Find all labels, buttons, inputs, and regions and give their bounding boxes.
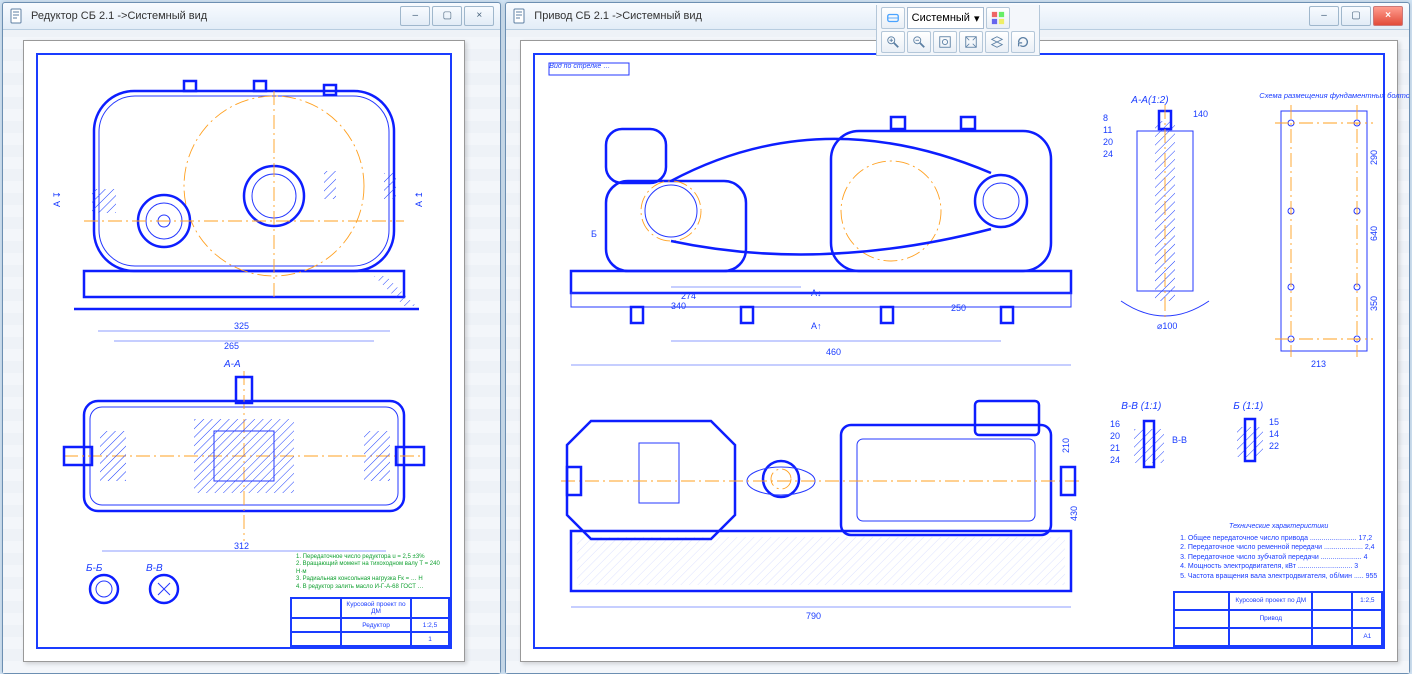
svg-text:140: 140 — [1193, 109, 1208, 119]
svg-text:24: 24 — [1103, 149, 1113, 159]
style-icon[interactable] — [881, 7, 905, 29]
svg-text:16: 16 — [1110, 419, 1120, 429]
btn-minimize-right[interactable]: – — [1309, 6, 1339, 26]
paper-right: 274340 460 250 А↓ А↑ Б — [520, 40, 1398, 662]
svg-text:350: 350 — [1369, 296, 1379, 311]
title-text-left: Редуктор СБ 2.1 ->Системный вид — [31, 3, 207, 29]
svg-text:20: 20 — [1110, 431, 1120, 441]
svg-text:312: 312 — [234, 541, 249, 551]
refresh-icon[interactable] — [1011, 31, 1035, 53]
svg-text:210: 210 — [1061, 438, 1071, 453]
label-aa-r: А-А(1:2) — [1131, 95, 1168, 106]
svg-text:790: 790 — [806, 611, 821, 621]
btn-maximize-right[interactable]: ▢ — [1341, 6, 1371, 26]
tech-req-green: 1. Передаточное число редуктора u = 2,5 … — [296, 554, 446, 592]
app-doc-icon-r — [512, 8, 528, 24]
svg-text:640: 640 — [1369, 226, 1379, 241]
svg-text:265: 265 — [224, 341, 239, 351]
label-bb: Б-Б — [86, 563, 102, 574]
svg-text:А↓: А↓ — [811, 288, 822, 298]
svg-text:290: 290 — [1369, 150, 1379, 165]
label-vv-r: В-В (1:1) — [1121, 401, 1161, 412]
svg-text:21: 21 — [1110, 443, 1120, 453]
svg-text:250: 250 — [951, 303, 966, 313]
svg-text:24: 24 — [1110, 455, 1120, 465]
app-doc-icon — [9, 8, 25, 24]
svg-text:14: 14 — [1269, 429, 1279, 439]
zoom-out-icon[interactable] — [907, 31, 931, 53]
titlebar-left[interactable]: Редуктор СБ 2.1 ->Системный вид – ▢ × — [3, 3, 500, 30]
label-vv: В-В — [146, 563, 163, 574]
btn-close-right[interactable]: × — [1373, 6, 1403, 26]
zoom-window-icon[interactable] — [933, 31, 957, 53]
layers-icon[interactable] — [985, 31, 1009, 53]
svg-text:Б: Б — [591, 229, 597, 239]
label-b-r: Б (1:1) — [1233, 401, 1263, 412]
svg-text:В-В: В-В — [1172, 435, 1187, 445]
svg-text:А↑: А↑ — [811, 321, 822, 331]
tech-characteristics: Технические характеристики 1. Общее пере… — [1180, 522, 1377, 581]
svg-text:22: 22 — [1269, 441, 1279, 451]
svg-text:460: 460 — [826, 347, 841, 357]
svg-text:11: 11 — [1103, 125, 1112, 135]
zoom-fit-icon[interactable] — [959, 31, 983, 53]
top-banner: Вид по стрелке … — [549, 63, 610, 70]
svg-text:274: 274 — [681, 291, 696, 301]
window-drive: Привод СБ 2.1 ->Системный вид – ▢ × Сист… — [505, 2, 1410, 674]
zoom-in-icon[interactable] — [881, 31, 905, 53]
btn-close-left[interactable]: × — [464, 6, 494, 26]
view-toolbar: Системный▾ — [876, 5, 1040, 56]
svg-text:213: 213 — [1311, 359, 1326, 369]
btn-minimize-left[interactable]: – — [400, 6, 430, 26]
svg-text:340: 340 — [671, 301, 686, 311]
svg-text:15: 15 — [1269, 417, 1279, 427]
label-bolt-scheme: Схема размещения фундаментных болтов (1:… — [1259, 91, 1409, 100]
palette-icon[interactable] — [986, 7, 1010, 29]
title-text-right: Привод СБ 2.1 ->Системный вид — [534, 3, 702, 29]
svg-text:А ↥: А ↥ — [414, 191, 424, 207]
title-block-left: Курсовой проект по ДМ Редуктор 1:2,5 1 — [290, 597, 450, 647]
paper-left: 325 265 А ↧ А ↥ — [23, 40, 465, 662]
client-right[interactable]: 274340 460 250 А↓ А↑ Б — [506, 30, 1409, 673]
svg-text:А ↧: А ↧ — [52, 191, 62, 207]
svg-text:8: 8 — [1103, 113, 1108, 123]
window-reducer: Редуктор СБ 2.1 ->Системный вид – ▢ × — [2, 2, 501, 674]
title-block-right: Курсовой проект по ДМ 1:2,5 Привод А1 — [1173, 591, 1383, 647]
svg-text:325: 325 — [234, 321, 249, 331]
svg-text:430: 430 — [1069, 506, 1079, 521]
view-mode-select[interactable]: Системный▾ — [907, 7, 985, 29]
label-aa-left: А-А — [224, 359, 241, 370]
btn-maximize-left[interactable]: ▢ — [432, 6, 462, 26]
client-left[interactable]: 325 265 А ↧ А ↥ — [3, 30, 500, 673]
svg-text:20: 20 — [1103, 137, 1113, 147]
svg-text:⌀100: ⌀100 — [1157, 321, 1177, 331]
